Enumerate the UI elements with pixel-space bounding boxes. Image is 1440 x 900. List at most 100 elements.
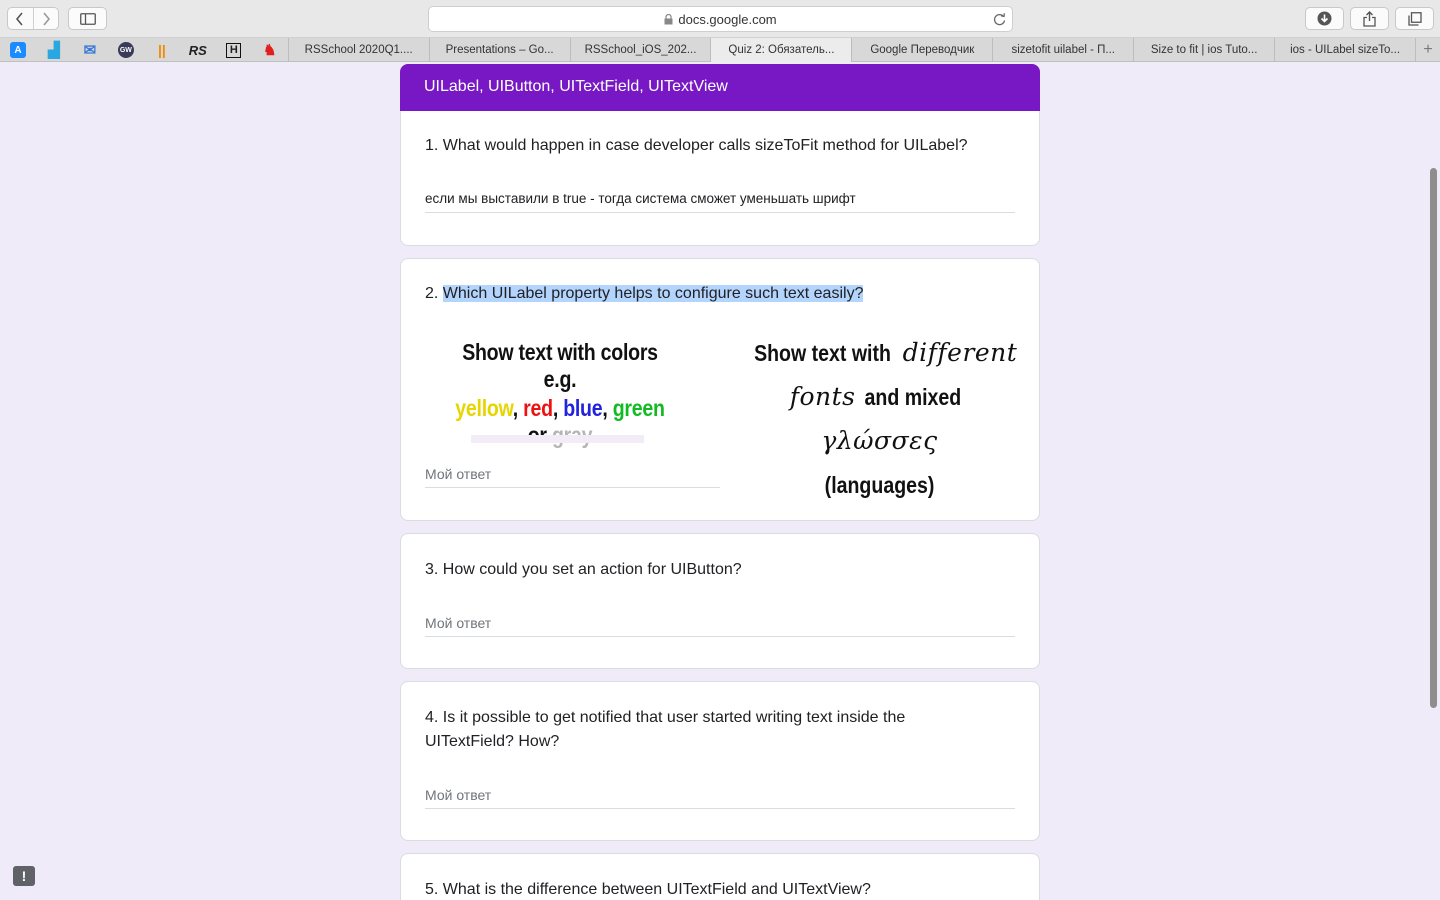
page-scrollbar[interactable] [1430, 168, 1437, 708]
appstore-icon: A [9, 42, 26, 58]
answer-underline [425, 808, 1015, 809]
question-number: 5. [425, 881, 439, 898]
color-word-blue: blue [563, 395, 603, 421]
image-text-line: Show text with colors e.g. [462, 339, 658, 392]
tab-label: Size to fit | ios Tuto... [1150, 44, 1258, 56]
image-plain-text: Show text with [753, 340, 891, 366]
question-title: 4. Is it possible to get notified that u… [425, 706, 945, 754]
tab-sizetofit-uilabel[interactable]: sizetofit uilabel - П... [992, 38, 1133, 62]
tab-size-to-fit-tutorial[interactable]: Size to fit | ios Tuto... [1133, 38, 1274, 62]
answer-underline [425, 487, 720, 488]
back-button[interactable] [8, 8, 33, 29]
favorite-pause[interactable]: || [144, 38, 180, 62]
tab-presentations[interactable]: Presentations – Go... [428, 38, 570, 62]
answer-underline [425, 636, 1015, 637]
color-word-red: red [523, 395, 553, 421]
tab-rsschool-2020q1[interactable]: RSSchool 2020Q1.... [287, 38, 429, 62]
image-text-line: fonts and mixed γλώσσες [737, 375, 1022, 463]
separator: , [602, 395, 613, 421]
question-title: 1. What would happen in case developer c… [425, 134, 1015, 158]
question-text: How could you set an action for UIButton… [442, 561, 742, 578]
tab-ios-uilabel[interactable]: ios - UILabel sizeTo... [1274, 38, 1415, 62]
image-script-text: fonts [789, 382, 856, 411]
favorite-hh[interactable]: H [216, 38, 252, 62]
image-text-line: Show text with different [737, 331, 1022, 375]
favorite-cat[interactable]: ♞ [252, 38, 288, 62]
question-number: 1. [425, 137, 439, 154]
question-title: 2. Which UILabel property helps to confi… [425, 282, 1015, 306]
answer-input[interactable]: Мой ответ [425, 615, 491, 631]
question-card-1: 1. What would happen in case developer c… [400, 111, 1040, 246]
image-divider [471, 435, 644, 443]
question-number: 3. [425, 561, 439, 578]
color-word-green: green [612, 395, 665, 421]
tab-google-translate[interactable]: Google Переводчик [851, 38, 992, 62]
favorite-mail[interactable]: ✉ [72, 38, 108, 62]
favorite-analytics[interactable]: ▟ [36, 38, 72, 62]
hh-icon: H [226, 42, 242, 58]
cat-icon: ♞ [263, 42, 277, 59]
sidebar-button[interactable] [68, 7, 107, 30]
tab-label: Quiz 2: Обязатель... [728, 44, 835, 56]
chevron-right-icon [43, 11, 50, 26]
plus-icon: + [1423, 41, 1433, 58]
answer-input[interactable]: Мой ответ [425, 787, 491, 803]
sidebar-icon [79, 12, 96, 25]
tab-label: Google Переводчик [870, 44, 975, 56]
question-number: 2. [425, 285, 439, 302]
image-greek-text: γλώσσες [821, 426, 938, 455]
question-image-fonts: Show text with different fonts and mixed… [737, 331, 1022, 507]
tab-label: RSSchool 2020Q1.... [304, 44, 413, 56]
address-bar[interactable]: docs.google.com [428, 6, 1013, 32]
question-title: 3. How could you set an action for UIBut… [425, 558, 1015, 582]
feedback-button[interactable]: ! [13, 866, 35, 886]
question-text-selected: Which UILabel property helps to configur… [442, 285, 864, 302]
gw-icon: GW [117, 42, 134, 58]
tab-label: Presentations – Go... [445, 44, 554, 56]
question-card-3: 3. How could you set an action for UIBut… [400, 533, 1040, 669]
pause-icon: || [157, 42, 166, 58]
image-text-line: (languages) [737, 463, 1022, 507]
favorite-appstore[interactable]: A [0, 38, 36, 62]
downloads-button[interactable] [1305, 7, 1344, 30]
question-title: 5. What is the difference between UIText… [425, 878, 1015, 900]
question-card-2: 2. Which UILabel property helps to confi… [400, 258, 1040, 521]
answer-input[interactable]: если мы выставили в true - тогда система… [425, 191, 856, 206]
mail-icon: ✉ [83, 42, 97, 59]
history-nav [7, 7, 59, 30]
answer-input[interactable]: Мой ответ [425, 466, 491, 482]
color-word-yellow: yellow [455, 395, 513, 421]
url-text: docs.google.com [678, 11, 777, 27]
analytics-icon: ▟ [48, 42, 60, 59]
image-plain-text: (languages) [824, 472, 935, 498]
question-card-5: 5. What is the difference between UIText… [400, 853, 1040, 900]
image-plain-text: and mixed [864, 384, 961, 410]
tab-bar: A ▟ ✉ GW || RS H ♞ RSSchool 2020Q1.... P… [0, 38, 1440, 62]
report-icon: ! [21, 868, 27, 884]
browser-toolbar: docs.google.com [0, 0, 1440, 38]
download-icon [1317, 11, 1332, 26]
tab-quiz-2[interactable]: Quiz 2: Обязатель... [710, 38, 852, 62]
tabs-icon [1407, 11, 1422, 26]
answer-underline [425, 212, 1015, 213]
share-button[interactable] [1350, 7, 1389, 30]
favorite-rs[interactable]: RS [180, 38, 216, 62]
rs-icon: RS [188, 42, 207, 58]
tab-overview-button[interactable] [1395, 7, 1434, 30]
question-text: What is the difference between UITextFie… [442, 881, 871, 898]
tab-label: sizetofit uilabel - П... [1011, 44, 1115, 56]
favorite-gw[interactable]: GW [108, 38, 144, 62]
tab-rsschool-ios[interactable]: RSSchool_iOS_202... [569, 38, 711, 62]
separator: , [552, 395, 564, 421]
lock-icon [664, 13, 673, 24]
section-title: UILabel, UIButton, UITextField, UITextVi… [424, 78, 728, 95]
new-tab-button[interactable]: + [1415, 38, 1440, 62]
question-card-4: 4. Is it possible to get notified that u… [400, 681, 1040, 841]
separator: , [512, 395, 524, 421]
section-header: UILabel, UIButton, UITextField, UITextVi… [400, 64, 1040, 111]
question-number: 4. [425, 709, 439, 726]
forward-button[interactable] [32, 8, 59, 29]
reload-icon[interactable] [993, 12, 1006, 26]
share-icon [1363, 10, 1376, 27]
question-text: What would happen in case developer call… [442, 137, 968, 154]
